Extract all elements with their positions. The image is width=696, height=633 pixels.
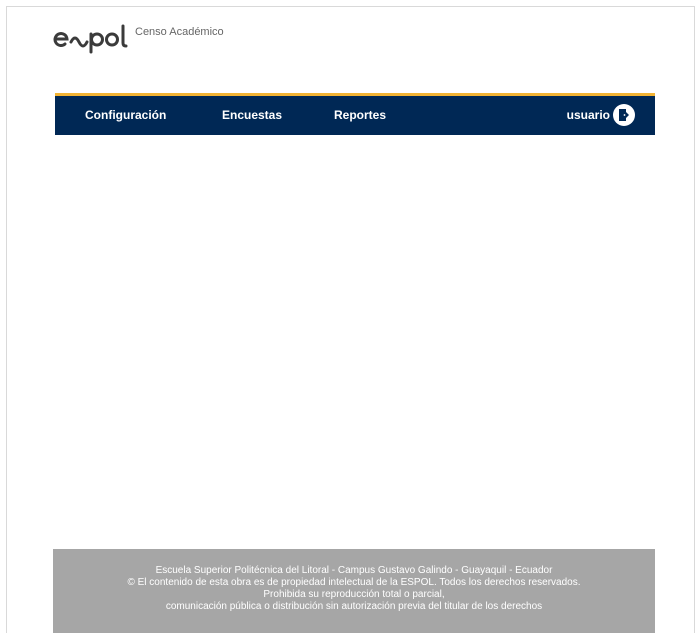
logout-icon[interactable] (613, 104, 635, 126)
app-subtitle: Censo Académico (135, 26, 224, 38)
user-menu[interactable]: usuario (567, 104, 635, 126)
espol-logo-icon (53, 24, 128, 54)
page-footer: Escuela Superior Politécnica del Litoral… (53, 549, 655, 633)
user-name[interactable]: usuario (567, 108, 610, 122)
nav-item-encuestas[interactable]: Encuestas (222, 96, 282, 135)
main-navbar: Configuración Encuestas Reportes usuario (55, 96, 655, 135)
footer-address: Escuela Superior Politécnica del Litoral… (155, 565, 553, 576)
footer-copyright: © El contenido de esta obra es de propie… (127, 577, 581, 588)
logout-door-icon (619, 109, 629, 121)
footer-reproduction: Prohibida su reproducción total o parcia… (263, 589, 445, 600)
nav-item-reportes[interactable]: Reportes (334, 96, 386, 135)
header-logo[interactable]: Censo Académico (53, 22, 224, 54)
nav-item-configuracion[interactable]: Configuración (85, 96, 166, 135)
footer-distribution: comunicación pública o distribución sin … (165, 601, 543, 612)
